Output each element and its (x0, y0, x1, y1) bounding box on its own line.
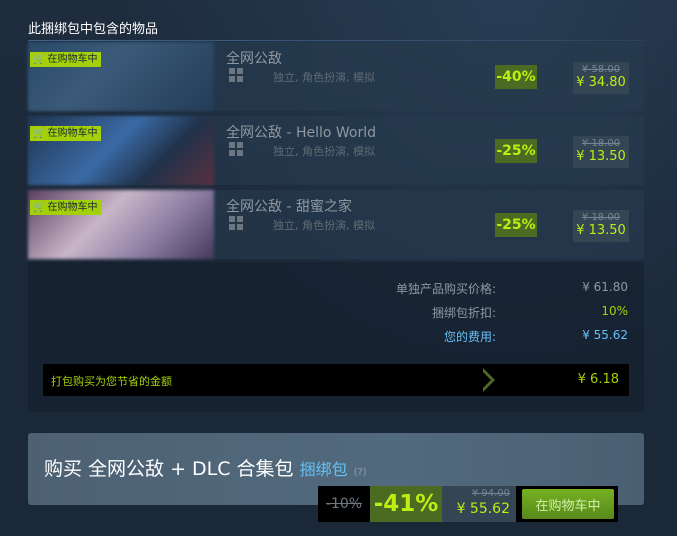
bundle-final-price: ¥ 55.62 (456, 501, 510, 517)
item-name[interactable]: 全网公敌 - 甜蜜之家 (226, 196, 352, 216)
item-original-price: ¥ 58.00 (581, 64, 621, 75)
item-discount-badge: -25% (495, 213, 537, 237)
platform-icons (229, 142, 248, 156)
section-title: 此捆绑包中包含的物品 (28, 22, 159, 37)
item-price-box: ¥ 58.00 ¥ 34.80 (573, 62, 629, 94)
bundle-price-box: ¥ 94.00 ¥ 55.62 (442, 486, 516, 522)
item-original-price: ¥ 18.00 (581, 138, 621, 149)
item-genres: 独立, 角色扮演, 模拟 (273, 71, 375, 84)
item-genres: 独立, 角色扮演, 模拟 (273, 145, 375, 158)
windows-icon (229, 68, 243, 82)
bundle-original-price: ¥ 94.00 (471, 488, 510, 499)
bundle-item-row[interactable]: 🛒 在购物车中 全网公敌 - 甜蜜之家 独立, 角色扮演, 模拟 -25% ¥ … (28, 190, 644, 259)
item-final-price: ¥ 13.50 (576, 223, 626, 238)
item-discount-badge: -25% (495, 139, 537, 163)
bundle-item-row[interactable]: 🛒 在购物车中 全网公敌 - Hello World 独立, 角色扮演, 模拟 … (28, 116, 644, 185)
item-name[interactable]: 全网公敌 (226, 48, 282, 68)
purchase-title: 购买 全网公敌 + DLC 合集包 (44, 458, 294, 480)
individual-price-value: ¥ 61.80 (582, 280, 628, 294)
windows-icon (229, 216, 243, 230)
your-cost-label: 您的费用: (443, 330, 496, 344)
in-cart-badge: 🛒 在购物车中 (30, 52, 102, 67)
cart-icon: 🛒 (33, 202, 46, 213)
purchase-action: -10% -41% ¥ 94.00 ¥ 55.62 在购物车中 (318, 486, 618, 522)
bundle-discount-label: 捆绑包折扣: (431, 306, 496, 320)
in-cart-badge: 🛒 在购物车中 (30, 200, 102, 215)
platform-icons (229, 68, 248, 82)
help-icon[interactable]: (?) (354, 467, 367, 478)
item-price-box: ¥ 18.00 ¥ 13.50 (573, 136, 629, 168)
savings-bar: 打包购买为您节省的金额 ¥ 6.18 (43, 364, 629, 396)
bundle-discount-struck: -10% (318, 486, 370, 522)
bundle-summary: 单独产品购买价格: ¥ 61.80 捆绑包折扣: 10% 您的费用: ¥ 55.… (28, 262, 644, 412)
item-genres: 独立, 角色扮演, 模拟 (273, 219, 375, 232)
item-price-box: ¥ 18.00 ¥ 13.50 (573, 210, 629, 242)
savings-value: ¥ 6.18 (577, 372, 619, 387)
purchase-title-line: 购买 全网公敌 + DLC 合集包 捆绑包 (?) (44, 454, 367, 481)
platform-icons (229, 216, 248, 230)
bundle-info-link[interactable]: 捆绑包 (300, 456, 348, 480)
item-final-price: ¥ 13.50 (576, 149, 626, 164)
bundle-discount-value: 10% (601, 304, 628, 318)
item-original-price: ¥ 18.00 (581, 212, 621, 223)
bundle-item-row[interactable]: 🛒 在购物车中 全网公敌 独立, 角色扮演, 模拟 -40% ¥ 58.00 ¥… (28, 42, 644, 111)
item-name[interactable]: 全网公敌 - Hello World (226, 122, 376, 142)
your-cost-value: ¥ 55.62 (582, 328, 628, 342)
in-cart-label: 在购物车中 (47, 54, 98, 65)
chevron-right-inner (481, 370, 491, 390)
cart-icon: 🛒 (33, 54, 46, 65)
individual-price-label: 单独产品购买价格: (395, 282, 496, 296)
item-final-price: ¥ 34.80 (576, 75, 626, 90)
savings-label: 打包购买为您节省的金额 (51, 375, 172, 388)
cart-icon: 🛒 (33, 128, 46, 139)
in-cart-label: 在购物车中 (47, 202, 98, 213)
bundle-discount-badge: -41% (370, 486, 442, 522)
in-cart-badge: 🛒 在购物车中 (30, 126, 102, 141)
section-divider (28, 40, 644, 41)
in-cart-label: 在购物车中 (47, 128, 98, 139)
windows-icon (229, 142, 243, 156)
in-cart-button[interactable]: 在购物车中 (522, 489, 614, 519)
item-discount-badge: -40% (495, 65, 537, 89)
